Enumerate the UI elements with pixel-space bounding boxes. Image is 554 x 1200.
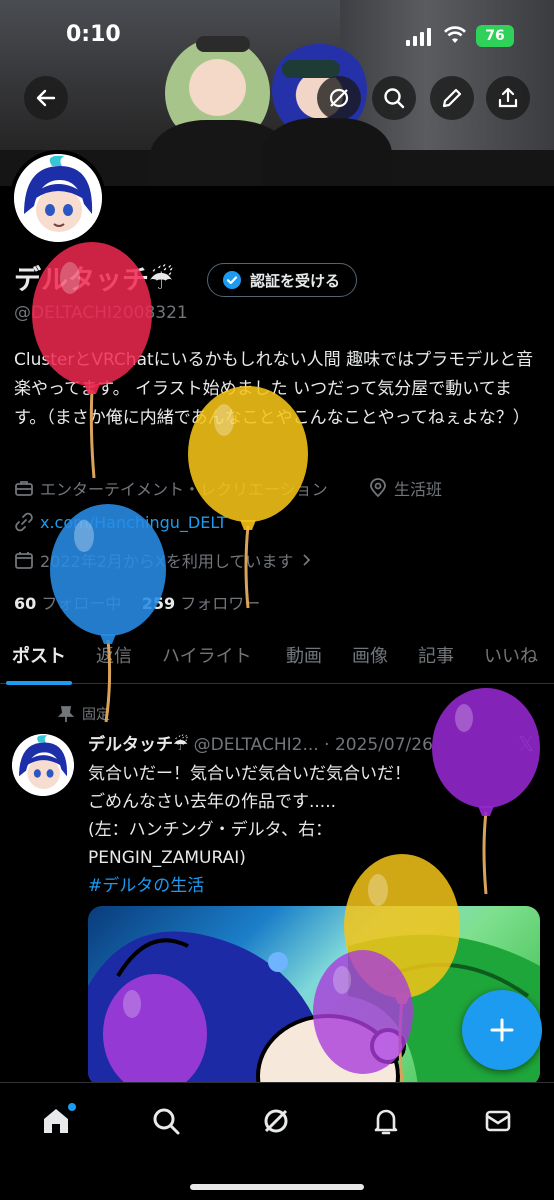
- tab-media[interactable]: 画像: [352, 642, 388, 668]
- edit-button[interactable]: [430, 76, 474, 120]
- calendar-icon: [15, 552, 33, 569]
- edit-icon: [442, 88, 462, 108]
- wifi-icon: [444, 25, 466, 49]
- get-verified-button[interactable]: 認証を受ける: [207, 263, 358, 297]
- grok-icon: [264, 1109, 288, 1133]
- tab-videos[interactable]: 動画: [286, 642, 322, 668]
- status-time: 0:10: [66, 22, 121, 47]
- compose-post-button[interactable]: [462, 990, 542, 1070]
- nav-messages[interactable]: [480, 1103, 516, 1139]
- cellular-signal-icon: [406, 28, 431, 46]
- balloon-purple-3: [103, 974, 207, 1082]
- profile-location-label: 生活班: [394, 480, 443, 499]
- balloon-blue: [50, 504, 166, 723]
- post-author-handle[interactable]: @DELTACHI2...: [194, 735, 319, 755]
- nav-grok[interactable]: [258, 1103, 294, 1139]
- status-bar: 0:10 76: [0, 0, 554, 70]
- verified-badge-icon: [223, 271, 241, 289]
- search-button[interactable]: [372, 76, 416, 120]
- notification-dot: [68, 1103, 76, 1111]
- post-header: デルタッチ☔ @DELTACHI2... · 2025/07/26: [88, 730, 433, 755]
- plus-icon: [490, 1018, 514, 1042]
- briefcase-icon: [15, 481, 33, 496]
- profile-avatar[interactable]: [10, 150, 106, 246]
- bottom-navigation: [0, 1082, 554, 1200]
- nav-search[interactable]: [148, 1103, 184, 1139]
- get-verified-label: 認証を受ける: [250, 271, 341, 290]
- location-pin-icon: [370, 478, 386, 498]
- battery-indicator: 76: [476, 25, 514, 47]
- balloon-yellow-1: [188, 386, 308, 609]
- profile-location: 生活班: [368, 476, 442, 500]
- tab-likes[interactable]: いいね: [484, 642, 538, 668]
- search-icon: [384, 88, 405, 109]
- post-avatar-illustration: [12, 734, 74, 796]
- post-author-name[interactable]: デルタッチ☔: [88, 735, 188, 755]
- grok-icon: [329, 88, 349, 108]
- avatar-illustration: [14, 154, 102, 242]
- share-icon: [498, 87, 518, 108]
- nav-notifications[interactable]: [368, 1103, 404, 1139]
- tab-highlights[interactable]: ハイライト: [162, 642, 252, 668]
- post-author-avatar[interactable]: [12, 734, 74, 796]
- nav-home[interactable]: [38, 1103, 76, 1139]
- search-icon: [153, 1108, 180, 1135]
- grok-button[interactable]: [317, 76, 361, 120]
- post-date[interactable]: 2025/07/26: [335, 735, 433, 755]
- post-separator: ·: [324, 735, 330, 755]
- share-button[interactable]: [486, 76, 530, 120]
- back-arrow-icon: [36, 89, 56, 107]
- notifications-icon: [374, 1109, 398, 1135]
- balloon-red: [32, 242, 152, 479]
- balloon-purple-2: [313, 950, 413, 1074]
- banner-character-blue-body: [262, 118, 392, 186]
- tab-articles[interactable]: 記事: [418, 642, 454, 668]
- back-button[interactable]: [24, 76, 68, 120]
- messages-icon: [485, 1110, 511, 1132]
- home-indicator: [190, 1184, 364, 1190]
- link-icon: [15, 512, 33, 532]
- home-icon: [44, 1109, 68, 1133]
